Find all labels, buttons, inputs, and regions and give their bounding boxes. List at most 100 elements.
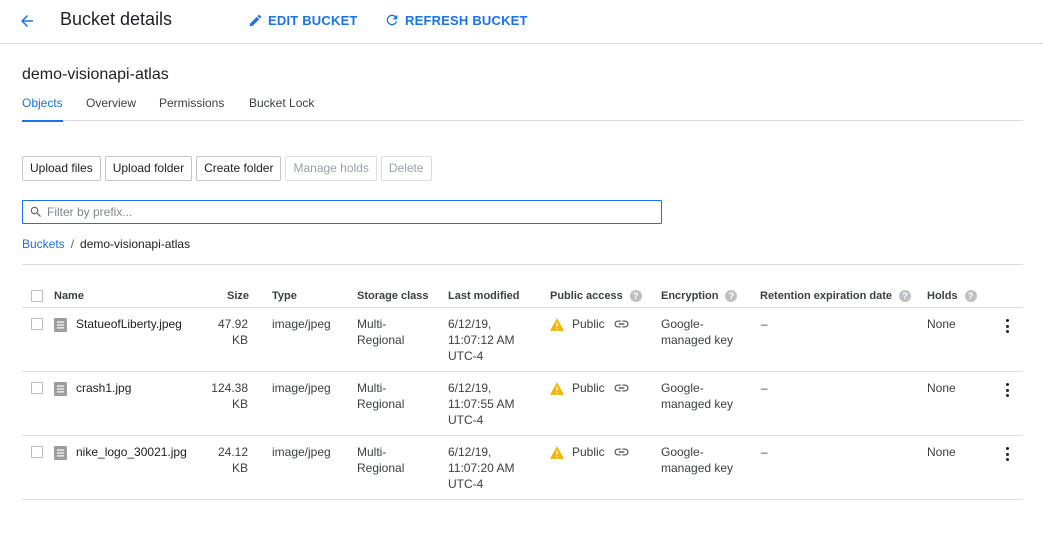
last-modified-cell: 6/12/19, 11:07:12 AM UTC-4 <box>448 316 538 364</box>
link-icon[interactable] <box>613 319 630 329</box>
breadcrumb-separator: / <box>70 237 75 251</box>
storage-line-2: Regional <box>357 461 405 475</box>
public-access-label: Public <box>572 445 605 459</box>
app-header: Bucket details EDIT BUCKET REFRESH BUCKE… <box>0 0 1043 44</box>
more-vert-icon[interactable] <box>1001 382 1013 398</box>
public-access-cell: Public <box>550 380 630 396</box>
column-type-label: Type <box>272 290 297 302</box>
size-value: 47.92 <box>217 317 248 331</box>
column-type[interactable]: Type <box>272 289 297 303</box>
upload-folder-button[interactable]: Upload folder <box>104 156 193 181</box>
column-encryption[interactable]: Encryption? <box>661 289 738 303</box>
column-retention-label: Retention expiration date <box>760 290 893 302</box>
back-button[interactable] <box>14 8 40 34</box>
encryption-line-2: managed key <box>661 461 734 475</box>
column-holds[interactable]: Holds? <box>927 289 977 303</box>
breadcrumb-buckets-link[interactable]: Buckets <box>22 237 65 251</box>
refresh-bucket-label: REFRESH BUCKET <box>405 12 528 28</box>
modified-tz: UTC-4 <box>448 349 484 363</box>
delete-button[interactable]: Delete <box>380 156 432 181</box>
encryption-line-1: Google- <box>661 317 704 331</box>
filter-input[interactable] <box>47 202 661 222</box>
refresh-icon <box>386 14 398 26</box>
pencil-icon <box>249 14 262 26</box>
breadcrumb: Buckets / demo-visionapi-atlas <box>22 237 190 251</box>
column-access-label: Public access <box>550 290 623 302</box>
size-unit: KB <box>231 461 248 475</box>
help-icon[interactable]: ? <box>629 290 642 302</box>
column-size[interactable]: Size <box>227 289 249 303</box>
storage-line-1: Multi- <box>357 381 387 395</box>
column-last-modified[interactable]: Last modified <box>448 289 520 303</box>
encryption-line-1: Google- <box>661 445 704 459</box>
help-icon[interactable]: ? <box>964 290 977 302</box>
encryption-line-1: Google- <box>661 381 704 395</box>
file-icon <box>54 382 67 396</box>
size-value: 124.38 <box>211 381 248 395</box>
link-icon[interactable] <box>613 447 630 457</box>
tab-overview[interactable]: Overview <box>86 96 136 121</box>
breadcrumb-current: demo-visionapi-atlas <box>80 237 191 251</box>
column-name[interactable]: Name <box>54 289 84 303</box>
upload-files-button[interactable]: Upload files <box>22 156 101 181</box>
encryption-cell: Google-managed key <box>661 444 741 476</box>
edit-bucket-label: EDIT BUCKET <box>268 12 358 28</box>
encryption-cell: Google-managed key <box>661 380 741 412</box>
edit-bucket-button[interactable]: EDIT BUCKET <box>248 11 358 29</box>
holds-cell: None <box>927 317 956 331</box>
tab-permissions[interactable]: Permissions <box>159 96 224 121</box>
storage-line-2: Regional <box>357 333 405 347</box>
tab-objects[interactable]: Objects <box>22 96 63 122</box>
more-vert-icon[interactable] <box>1001 318 1013 334</box>
arrow-back-icon <box>21 15 33 27</box>
column-retention[interactable]: Retention expiration date? <box>760 289 912 303</box>
column-public-access[interactable]: Public access? <box>550 289 642 303</box>
link-icon[interactable] <box>613 383 630 393</box>
storage-class-cell: Multi- Regional <box>357 380 427 412</box>
modified-date: 6/12/19, <box>448 381 492 395</box>
search-icon <box>30 206 41 217</box>
encryption-line-2: managed key <box>661 397 734 411</box>
tab-bar: Objects Overview Permissions Bucket Lock <box>22 96 1023 122</box>
objects-table: Name Size Type Storage class Last modifi… <box>22 286 1023 500</box>
table-row: nike_logo_30021.jpg 24.12 KB image/jpeg M… <box>22 436 1023 500</box>
more-vert-icon[interactable] <box>1001 446 1013 462</box>
object-name-link[interactable]: nike_logo_30021.jpg <box>76 444 187 460</box>
help-icon[interactable]: ? <box>725 290 738 302</box>
row-checkbox[interactable] <box>31 382 43 394</box>
modified-tz: UTC-4 <box>448 477 484 491</box>
file-icon <box>54 318 67 332</box>
retention-cell: – <box>761 445 768 459</box>
column-encryption-label: Encryption <box>661 290 719 302</box>
type-cell: image/jpeg <box>272 317 331 331</box>
row-checkbox[interactable] <box>31 318 43 330</box>
object-name-link[interactable]: crash1.jpg <box>76 380 131 396</box>
size-cell: 47.92 KB <box>205 316 248 348</box>
holds-cell: None <box>927 381 956 395</box>
table-header: Name Size Type Storage class Last modifi… <box>22 286 1023 308</box>
size-cell: 24.12 KB <box>205 444 248 476</box>
column-storage-class[interactable]: Storage class <box>357 289 429 303</box>
last-modified-cell: 6/12/19, 11:07:20 AM UTC-4 <box>448 444 538 492</box>
page-title: Bucket details <box>60 9 173 29</box>
bucket-name: demo-visionapi-atlas <box>22 66 169 83</box>
modified-time: 11:07:55 AM <box>448 397 515 411</box>
modified-time: 11:07:20 AM <box>448 461 515 475</box>
row-checkbox[interactable] <box>31 446 43 458</box>
refresh-bucket-button[interactable]: REFRESH BUCKET <box>384 11 528 29</box>
tab-bucket-lock[interactable]: Bucket Lock <box>249 96 314 121</box>
size-cell: 124.38 KB <box>205 380 248 412</box>
object-name-link[interactable]: StatueofLiberty.jpeg <box>76 316 182 332</box>
manage-holds-button[interactable]: Manage holds <box>285 156 377 181</box>
public-access-label: Public <box>572 317 605 331</box>
column-holds-label: Holds <box>927 290 958 302</box>
create-folder-button[interactable]: Create folder <box>196 156 282 181</box>
select-all-checkbox[interactable] <box>31 290 43 302</box>
storage-class-cell: Multi- Regional <box>357 316 427 348</box>
size-value: 24.12 <box>217 445 248 459</box>
warning-icon <box>550 317 564 331</box>
column-modified-label: Last modified <box>448 290 520 302</box>
holds-cell: None <box>927 445 956 459</box>
modified-date: 6/12/19, <box>448 445 492 459</box>
help-icon[interactable]: ? <box>899 290 912 302</box>
